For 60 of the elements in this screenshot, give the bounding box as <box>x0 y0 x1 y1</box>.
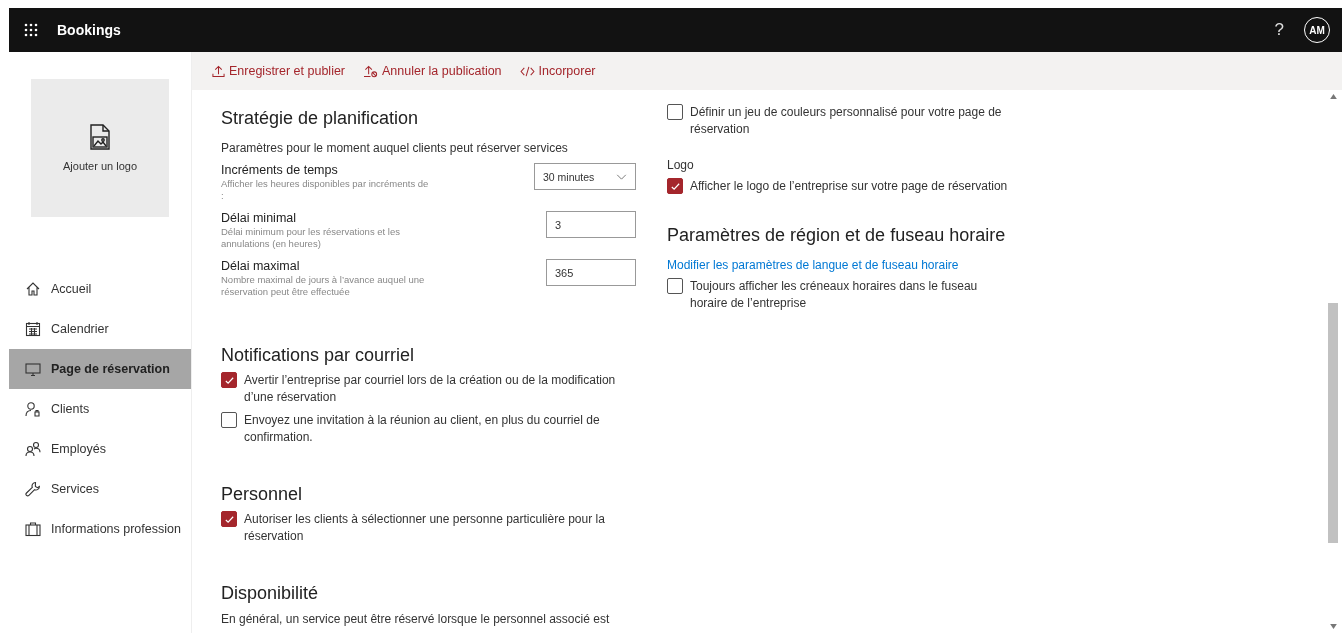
setting-label: Délai minimal <box>221 211 298 225</box>
section-description: Paramètres pour le moment auquel clients peut réserver services <box>221 141 569 155</box>
upload-cancel-icon <box>363 64 379 78</box>
checkbox-label: Définir un jeu de couleurs personnalisé pour votre page de réservation <box>690 104 1003 138</box>
section-heading: Personnel <box>221 484 304 505</box>
settings-link[interactable]: Modifier les paramètres de langue et de fuseau horaire <box>667 258 1027 272</box>
checkbox[interactable] <box>221 412 237 428</box>
input-field[interactable]: 365 <box>546 259 636 286</box>
section-description: En général, un service peut être réservé lorsque le personnel associé est <box>221 612 611 626</box>
nav-item[interactable]: Employés <box>9 429 191 469</box>
increment-dropdown[interactable]: 30 minutes <box>534 163 636 190</box>
nav-item[interactable]: Services <box>9 469 191 509</box>
briefcase-icon <box>25 521 41 537</box>
checkbox-label: Avertir l’entreprise par courriel lors de la création ou de la modification d’une réservation <box>244 372 617 406</box>
section-heading: Paramètres de région et de fuseau horaire <box>667 225 1007 246</box>
nav-item[interactable]: Accueil <box>9 269 191 309</box>
checkbox-label: Afficher le logo de l’entreprise sur votre page de réservation <box>690 178 1008 195</box>
setting-label: Délai maximal <box>221 259 301 273</box>
image-icon <box>88 124 112 150</box>
setting-label: Incréments de temps <box>221 163 339 177</box>
nav-item[interactable]: Informations profession <box>9 509 191 549</box>
checkbox[interactable] <box>221 511 237 527</box>
logo-heading: Logo <box>667 158 695 172</box>
input-field[interactable]: 3 <box>546 211 636 238</box>
checkbox[interactable] <box>667 178 683 194</box>
code-icon <box>519 65 535 77</box>
people-icon <box>25 441 41 457</box>
person-icon <box>25 401 41 417</box>
wrench-icon <box>25 481 41 497</box>
toolbar-button[interactable]: Incorporer <box>519 64 596 78</box>
section-heading: Notifications par courriel <box>221 345 416 366</box>
setting-hint: Délai minimum pour les réservations et les annulations (en heures) <box>221 226 401 250</box>
checkbox[interactable] <box>667 104 683 120</box>
nav-item[interactable]: Calendrier <box>9 309 191 349</box>
checkbox-label: Envoyez une invitation à la réunion au client, en plus du courriel de confirmation. <box>244 412 601 446</box>
logo-upload-tile[interactable]: Ajouter un logo <box>31 79 169 217</box>
checkbox-label: Toujours afficher les créneaux horaires dans le fuseau horaire de l’entreprise <box>690 278 979 312</box>
app-title: Bookings <box>57 22 121 38</box>
scroll-up-icon[interactable] <box>1329 94 1337 99</box>
monitor-icon <box>25 361 41 377</box>
section-heading: Disponibilité <box>221 583 320 604</box>
nav-item[interactable]: Clients <box>9 389 191 429</box>
help-button[interactable]: ? <box>1274 20 1284 40</box>
checkbox[interactable] <box>221 372 237 388</box>
nav-item[interactable]: Page de réservation <box>9 349 191 389</box>
setting-hint: Afficher les heures disponibles par incréments de : <box>221 178 430 202</box>
calendar-icon <box>25 321 41 337</box>
logo-label: Ajouter un logo <box>63 160 137 172</box>
toolbar-button[interactable]: Annuler la publication <box>363 64 502 78</box>
section-heading: Stratégie de planification <box>221 108 420 129</box>
home-icon <box>25 281 41 297</box>
chevron-down-icon <box>616 173 627 180</box>
toolbar-button[interactable]: Enregistrer et publier <box>212 64 346 78</box>
upload-icon <box>212 64 225 78</box>
app-launcher-icon[interactable] <box>24 23 38 37</box>
checkbox-label: Autoriser les clients à sélectionner une personne particulière pour la réservation <box>244 511 606 545</box>
setting-hint: Nombre maximal de jours à l’avance auquel une réservation peut être effectuée <box>221 274 426 298</box>
checkbox[interactable] <box>667 278 683 294</box>
avatar[interactable]: AM <box>1304 17 1330 43</box>
scroll-down-icon[interactable] <box>1329 624 1337 629</box>
